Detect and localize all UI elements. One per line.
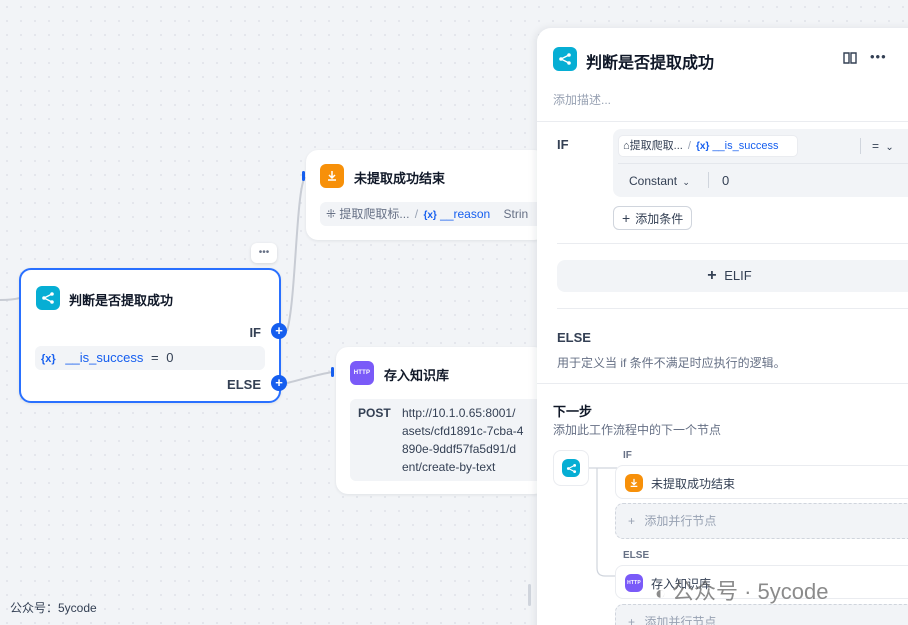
else-description: 用于定义当 if 条件不满足时应执行的逻辑。 — [557, 356, 786, 370]
cond-node: 提取爬取... — [629, 140, 683, 152]
next-step-description: 添加此工作流程中的下一个节点 — [553, 423, 722, 437]
url-line: http://10.1.0.65:8001/ — [402, 406, 516, 420]
branch-else-label: ELSE — [623, 550, 650, 561]
end-output-row: ⁜ 提取爬取标... / {x} __reason Strin — [320, 202, 550, 226]
http-node-handle[interactable] — [331, 367, 334, 377]
http-node-title: 存入知识库 — [384, 368, 450, 383]
if-label: IF — [249, 325, 261, 340]
condition-variable-select[interactable]: ⌂提取爬取... / {x} __is_success — [618, 135, 798, 157]
watermark: ◐ 公众号 · 5ycode — [655, 574, 829, 606]
else-section-label: ELSE — [557, 330, 591, 345]
end-icon — [625, 474, 643, 492]
chevron-down-icon: ⌄ — [682, 177, 690, 187]
sep: / — [687, 140, 691, 152]
add-condition-label: 添加条件 — [635, 211, 684, 226]
condition-var: __is_success — [65, 350, 144, 365]
end-type: Strin — [503, 207, 529, 221]
http-icon: HTTP — [350, 361, 374, 385]
book-icon[interactable] — [842, 50, 858, 71]
end-var: __reason — [440, 207, 491, 221]
http-icon: HTTP — [625, 574, 643, 592]
operator-select[interactable]: = ⌄ — [872, 139, 894, 153]
else-label: ELSE — [227, 377, 261, 392]
branch-if-node-title: 未提取成功结束 — [651, 477, 736, 491]
http-node[interactable]: HTTP 存入知识库 POST http://10.1.0.65:8001/ a… — [336, 347, 550, 494]
elif-label: ELIF — [724, 268, 752, 283]
http-method: POST — [358, 406, 391, 420]
node-settings-panel: 判断是否提取成功 ••• 添加描述... IF ⌂提取爬取... / {x} _… — [537, 28, 908, 625]
resize-handle[interactable] — [528, 584, 531, 606]
add-parallel-label: 添加并行节点 — [644, 514, 717, 528]
branch-icon — [562, 459, 580, 477]
condition-row: {x} __is_success = 0 — [35, 346, 265, 370]
end-icon — [320, 164, 344, 188]
add-else-branch-button[interactable]: + — [271, 375, 287, 391]
url-line: ent/create-by-text — [402, 460, 496, 474]
node-title: 判断是否提取成功 — [69, 293, 174, 308]
watermark-left: 公众号：5ycode — [10, 601, 97, 615]
value-type-select[interactable]: Constant ⌄ — [629, 174, 690, 188]
watermark-text: 公众号 · 5ycode — [672, 579, 829, 604]
add-if-branch-button[interactable]: + — [271, 323, 287, 339]
more-icon[interactable]: ••• — [870, 49, 887, 64]
plus-icon: + — [622, 210, 631, 226]
condition-value: 0 — [166, 350, 174, 365]
description-input[interactable]: 添加描述... — [553, 91, 611, 108]
add-elif-button[interactable]: + ELIF — [557, 260, 908, 292]
branch-if-node[interactable]: 未提取成功结束 — [615, 465, 908, 499]
add-parallel-label: 添加并行节点 — [644, 615, 717, 625]
plus-icon: + — [707, 267, 717, 284]
wechat-icon: ◐ — [655, 583, 666, 603]
node-more-button[interactable]: ••• — [251, 243, 277, 263]
condition-op: = — [150, 350, 159, 365]
condition-value-input[interactable]: 0 — [722, 173, 729, 188]
variable-icon: {x} — [423, 210, 437, 221]
variable-icon: {x} — [696, 141, 710, 152]
node-ref-icon: ⁜ — [326, 207, 337, 221]
panel-title[interactable]: 判断是否提取成功 — [586, 49, 714, 73]
add-condition-button[interactable]: + 添加条件 — [613, 206, 693, 230]
end-node-handle[interactable] — [302, 171, 305, 181]
end-node-title: 未提取成功结束 — [354, 171, 446, 186]
current-node-chip — [553, 450, 589, 486]
add-parallel-node-button[interactable]: + 添加并行节点 — [615, 503, 908, 539]
variable-icon: {x} — [41, 353, 56, 365]
url-line: asets/cfd1891c-7cba-4 — [402, 424, 524, 438]
if-else-node[interactable]: 判断是否提取成功 IF {x} __is_success = 0 ELSE — [19, 268, 281, 403]
sep: / — [414, 207, 419, 221]
operator-value: = — [872, 139, 880, 153]
plus-icon: + — [628, 615, 636, 625]
if-section-label: IF — [557, 137, 569, 152]
end-src-node: 提取爬取标... — [339, 207, 410, 221]
cond-var: __is_success — [712, 140, 779, 152]
next-step-title: 下一步 — [553, 404, 593, 419]
branch-if-label: IF — [623, 450, 632, 461]
plus-icon: + — [628, 514, 636, 528]
branch-icon — [553, 47, 577, 71]
url-line: 890e-9ddf57fa5d91/d — [402, 442, 517, 456]
http-request-box: POST http://10.1.0.65:8001/ asets/cfd189… — [350, 399, 550, 481]
chevron-down-icon: ⌄ — [885, 142, 894, 153]
value-type: Constant — [629, 174, 678, 188]
branch-icon — [36, 286, 60, 310]
home-icon: ⌂ — [623, 140, 630, 152]
end-node[interactable]: 未提取成功结束 ⁜ 提取爬取标... / {x} __reason Strin — [306, 150, 550, 240]
add-parallel-node-button-2[interactable]: + 添加并行节点 — [615, 604, 908, 625]
